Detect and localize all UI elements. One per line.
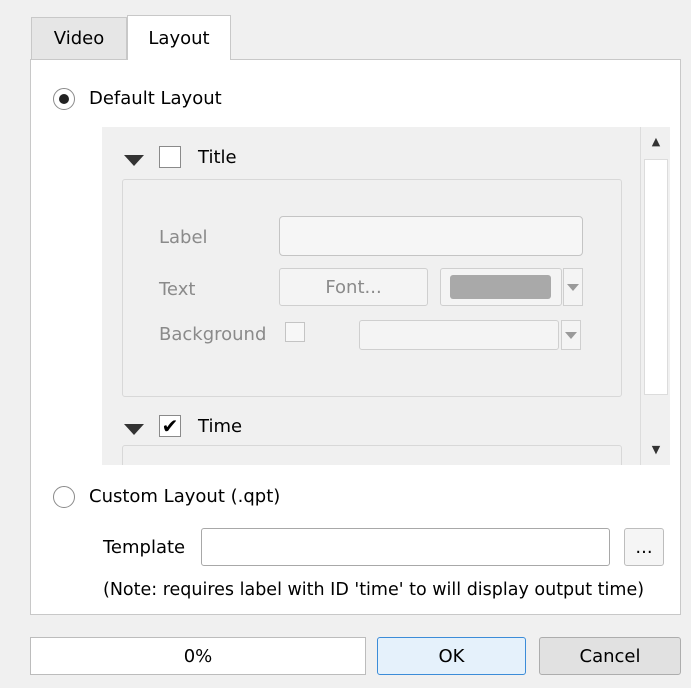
custom-layout-radio[interactable] [53,486,75,508]
progress-bar: 0% [30,637,366,675]
background-color-combo[interactable] [359,320,559,350]
template-note: (Note: requires label with ID 'time' to … [103,580,645,600]
tab-layout-label: Layout [148,27,210,49]
text-color-button[interactable] [440,268,562,306]
default-layout-label: Default Layout [89,88,222,109]
scroll-up-icon[interactable]: ▲ [641,129,671,153]
time-section-label: Time [198,416,243,437]
triangle-down-icon[interactable] [124,155,144,166]
template-path-input[interactable] [201,528,610,566]
background-row-label: Background [159,324,267,345]
cancel-button-label: Cancel [579,645,641,667]
title-label-input[interactable] [279,216,583,256]
label-row-label: Label [159,227,208,248]
font-button-label: Font... [325,276,382,298]
title-section-label: Title [198,147,237,168]
check-icon: ✔ [161,414,179,438]
text-color-swatch [450,275,551,299]
cancel-button[interactable]: Cancel [539,637,681,675]
background-color-dropdown[interactable] [561,320,581,350]
tab-layout[interactable]: Layout [127,15,231,60]
template-label: Template [103,537,186,558]
text-color-dropdown[interactable] [563,268,583,306]
text-row-label: Text [159,279,196,300]
font-button[interactable]: Font... [279,268,428,306]
background-checkbox[interactable] [285,322,305,342]
custom-layout-label: Custom Layout (.qpt) [89,486,281,507]
chevron-down-icon [565,331,577,339]
progress-text: 0% [183,645,213,667]
vertical-scrollbar[interactable]: ▲ ▼ [640,127,670,465]
tab-video[interactable]: Video [31,17,127,59]
tab-video-label: Video [53,28,105,49]
triangle-down-icon[interactable] [124,424,144,435]
title-checkbox[interactable] [159,146,181,168]
browse-button-label: ... [635,536,653,558]
scrollbar-handle[interactable] [644,159,668,395]
time-checkbox[interactable]: ✔ [159,415,181,437]
radio-selected-dot [59,94,69,104]
ok-button[interactable]: OK [377,637,526,675]
chevron-down-icon [567,283,579,291]
scroll-area-clip [102,465,670,485]
scroll-down-icon[interactable]: ▼ [641,437,671,461]
browse-template-button[interactable]: ... [624,528,664,566]
default-layout-radio[interactable] [53,88,75,110]
ok-button-label: OK [438,645,465,667]
